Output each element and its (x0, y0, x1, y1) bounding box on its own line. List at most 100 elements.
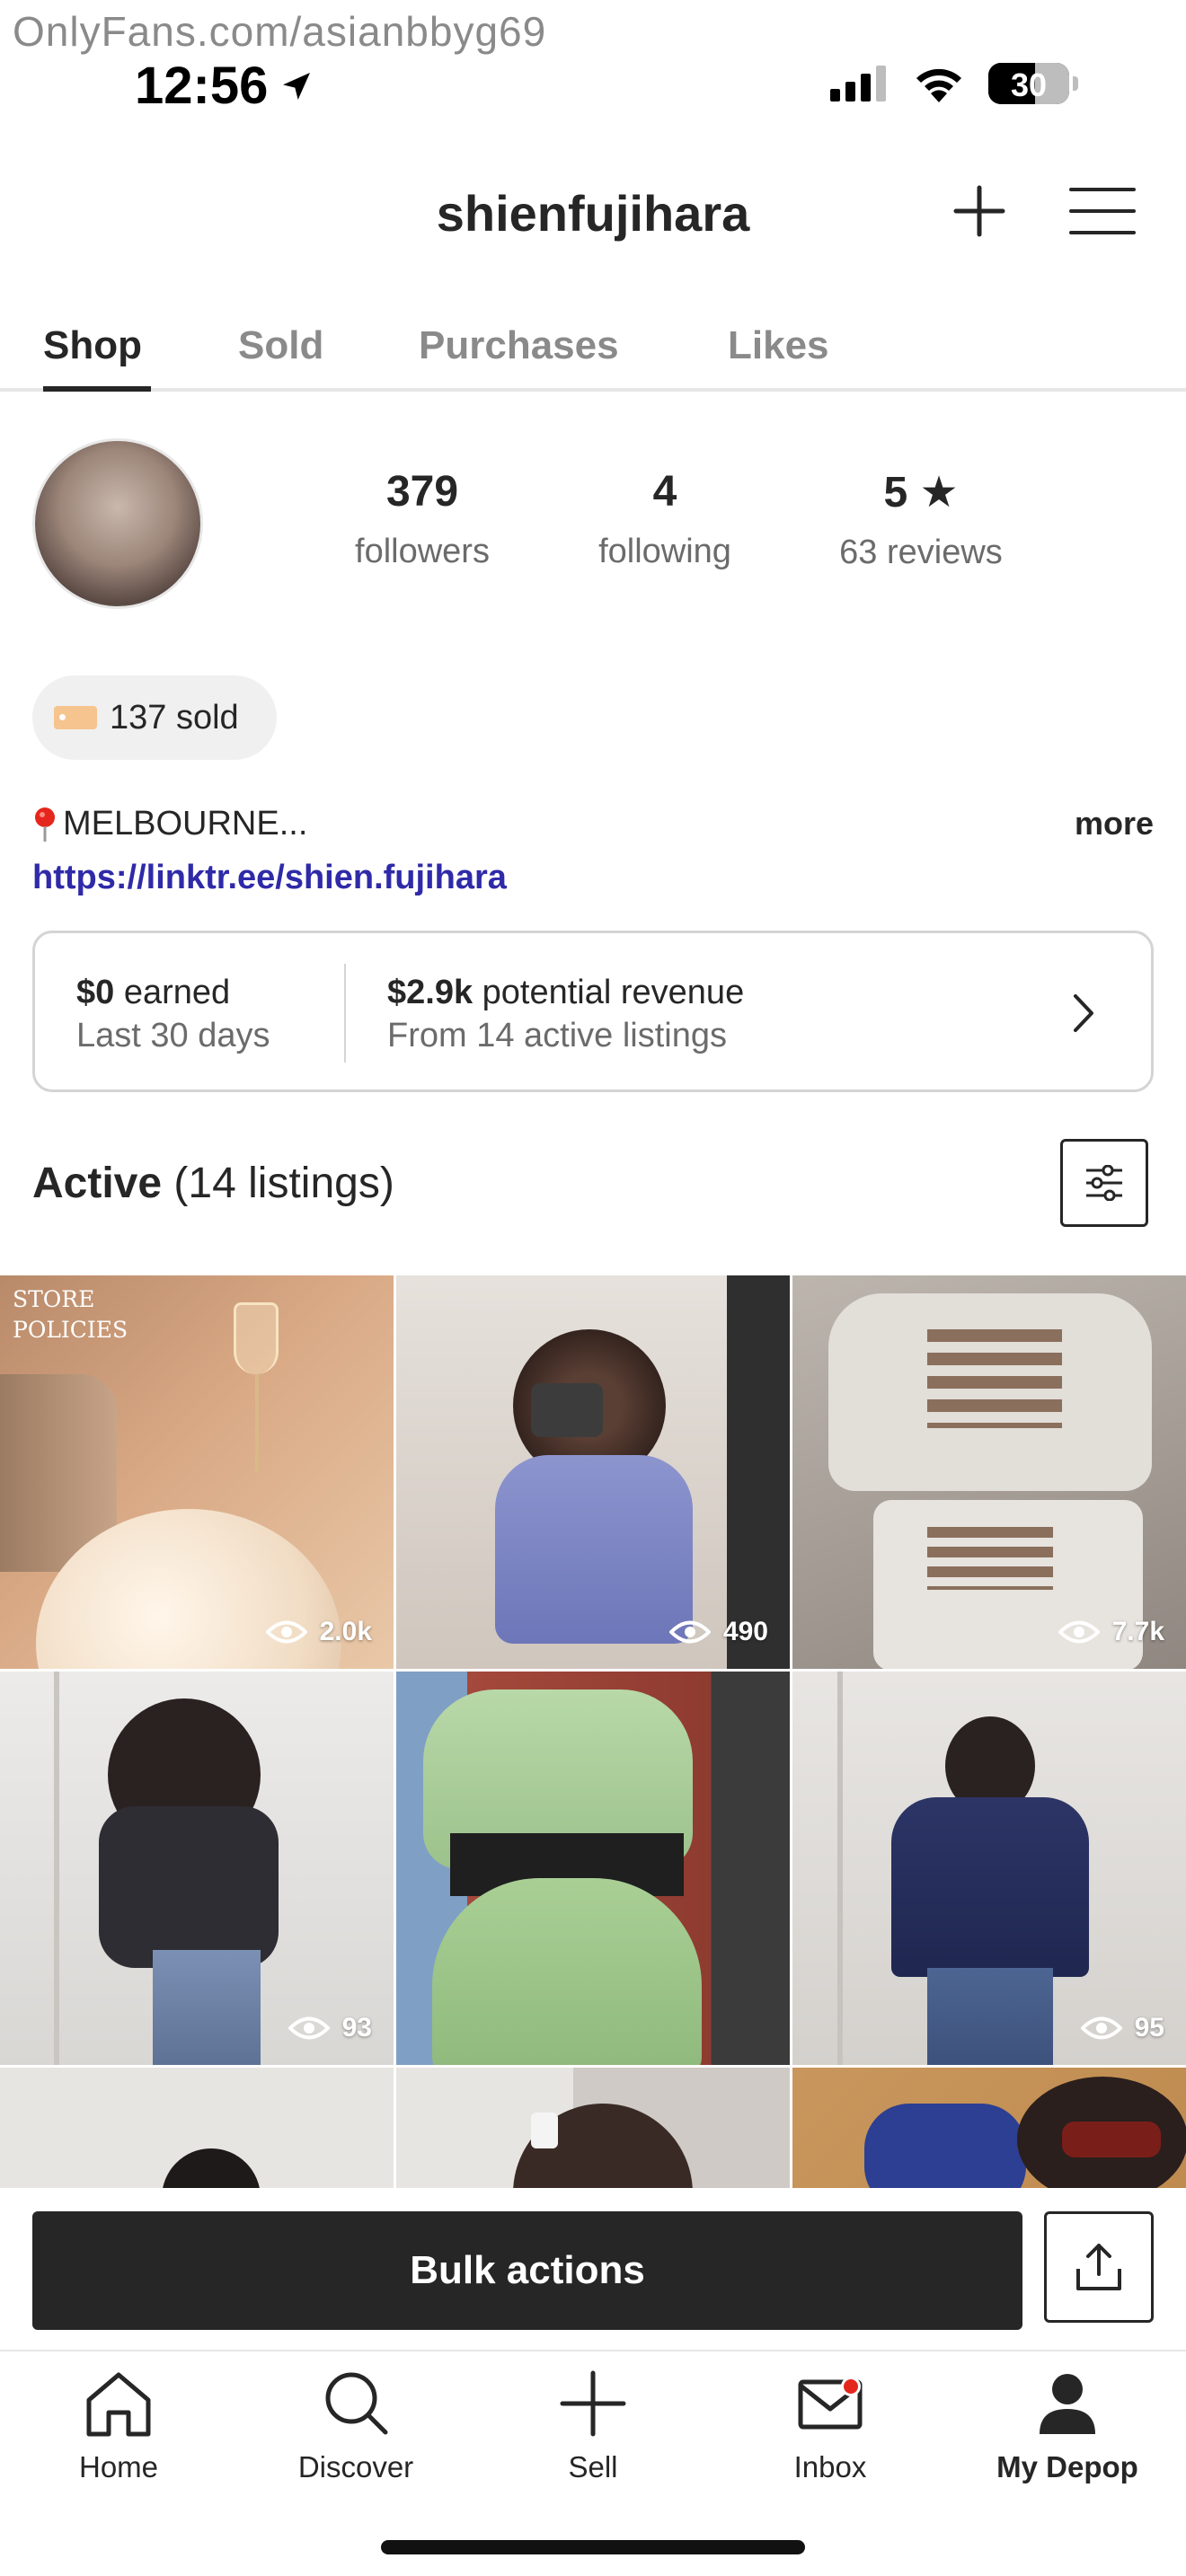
status-time: 12:56 (135, 56, 314, 116)
revenue-source: From 14 active listings (387, 1017, 728, 1054)
plus-icon (953, 185, 1005, 237)
hamburger-menu-icon (1069, 188, 1136, 234)
earnings-card[interactable]: $0 earned Last 30 days $2.9k potential r… (32, 931, 1154, 1092)
view-count: 490 (668, 1617, 768, 1647)
earned-value: $0 (76, 974, 115, 1011)
active-listings-heading: Active (14 listings) (32, 1159, 394, 1208)
view-count-value: 490 (722, 1617, 768, 1646)
listing-tile[interactable] (792, 2068, 1186, 2188)
listing-tile[interactable] (0, 2068, 394, 2188)
home-icon (86, 2372, 151, 2437)
earned-section: $0 earned Last 30 days (76, 971, 270, 1057)
reviews-stat[interactable]: 5 ★ 63 reviews (809, 467, 1033, 572)
battery-level: 30 (1010, 66, 1048, 103)
revenue-section: $2.9k potential revenue From 14 active l… (387, 971, 744, 1057)
bio-url-link[interactable]: https://linktr.ee/shien.fujihara (32, 859, 507, 897)
signal-icon (830, 66, 886, 101)
followers-stat[interactable]: 379 followers (332, 467, 512, 571)
battery-tip (1073, 76, 1078, 91)
nav-home[interactable]: Home (20, 2369, 217, 2484)
menu-button[interactable] (1069, 184, 1136, 238)
earnings-divider (344, 964, 346, 1063)
nav-home-label: Home (78, 2450, 159, 2483)
tab-purchases[interactable]: Purchases (419, 323, 619, 368)
view-count: 95 (1080, 2013, 1164, 2043)
store-policies-label: STORE POLICIES (13, 1286, 128, 1343)
share-button[interactable] (1044, 2211, 1154, 2323)
following-stat[interactable]: 4 following (575, 467, 755, 571)
profile-tabs: Shop Sold Purchases Likes (0, 323, 1186, 392)
filter-button[interactable] (1060, 1139, 1148, 1227)
chevron-right-icon (1074, 994, 1093, 1032)
view-count-value: 2.0k (319, 1617, 372, 1646)
clock-text: 12:56 (135, 57, 269, 115)
view-count: 93 (288, 2013, 372, 2043)
listing-tile[interactable] (396, 2068, 790, 2188)
tab-shop[interactable]: Shop (43, 323, 142, 368)
status-icons: 30 (830, 63, 1078, 104)
listing-tile[interactable]: 95 (792, 1672, 1186, 2065)
active-label: Active (32, 1160, 163, 1207)
nav-inbox[interactable]: Inbox (731, 2369, 929, 2484)
nav-discover[interactable]: Discover (257, 2369, 455, 2484)
listing-tile[interactable]: STORE POLICIES 2.0k (0, 1275, 394, 1669)
location-pin-icon (35, 807, 55, 842)
eye-icon (265, 1620, 307, 1644)
nav-sell-label: Sell (568, 2450, 618, 2483)
notification-dot (841, 2377, 861, 2396)
eye-icon (1080, 2016, 1122, 2040)
avatar[interactable] (32, 438, 203, 609)
location-arrow-icon (283, 72, 311, 100)
nav-inbox-label: Inbox (793, 2450, 867, 2483)
listing-tile[interactable] (396, 1672, 790, 2065)
view-count-value: 93 (341, 2013, 372, 2042)
wifi-icon (916, 68, 961, 102)
following-label: following (598, 533, 731, 570)
plus-icon (560, 2370, 626, 2437)
tab-likes[interactable]: Likes (728, 323, 829, 368)
nav-discover-label: Discover (297, 2450, 414, 2483)
followers-label: followers (355, 533, 490, 570)
earned-label: earned (114, 974, 231, 1011)
earned-period: Last 30 days (76, 1017, 270, 1054)
share-icon (1076, 2244, 1121, 2290)
reviews-label: 63 reviews (839, 534, 1003, 571)
rating-value: 5 ★ (883, 469, 959, 516)
view-count-value: 7.7k (1111, 1617, 1164, 1646)
bulk-actions-button[interactable]: Bulk actions (32, 2211, 1022, 2330)
bio-more-link[interactable]: more (1075, 805, 1154, 842)
home-indicator (381, 2540, 805, 2554)
search-icon (325, 2372, 388, 2435)
nav-my-depop-label: My Depop (996, 2450, 1138, 2483)
active-count: (14 listings) (162, 1160, 394, 1207)
eye-icon (1058, 1620, 1100, 1644)
profile-username: shienfujihara (436, 185, 750, 242)
nav-my-depop[interactable]: My Depop (969, 2369, 1166, 2484)
view-count: 2.0k (265, 1617, 372, 1647)
watermark-text: OnlyFans.com/asianbbyg69 (13, 8, 547, 55)
revenue-value: $2.9k (387, 974, 474, 1011)
sold-badge: 137 sold (32, 675, 277, 760)
price-tag-icon (54, 706, 97, 729)
location-text: MELBOURNE... (63, 805, 308, 842)
eye-icon (288, 2016, 330, 2040)
listing-tile[interactable]: 93 (0, 1672, 394, 2065)
view-count: 7.7k (1058, 1617, 1164, 1647)
followers-count: 379 (385, 468, 459, 516)
view-count-value: 95 (1134, 2013, 1164, 2042)
nav-sell[interactable]: Sell (494, 2369, 692, 2484)
sold-count: 137 sold (110, 698, 239, 737)
location: MELBOURNE... (32, 805, 307, 843)
listing-tile[interactable]: 490 (396, 1275, 790, 1669)
active-tab-indicator (43, 386, 151, 392)
following-count: 4 (652, 468, 677, 516)
eye-icon (668, 1620, 711, 1644)
tab-sold[interactable]: Sold (238, 323, 323, 368)
battery-icon: 30 (988, 63, 1069, 104)
listings-grid: STORE POLICIES 2.0k 490 7.7k 93 95 (0, 1275, 1186, 2188)
listing-tile[interactable]: 7.7k (792, 1275, 1186, 1669)
profile-icon (1040, 2374, 1095, 2434)
revenue-label: potential revenue (473, 974, 745, 1011)
add-listing-button[interactable] (952, 184, 1006, 238)
sliders-icon (1086, 1165, 1122, 1201)
